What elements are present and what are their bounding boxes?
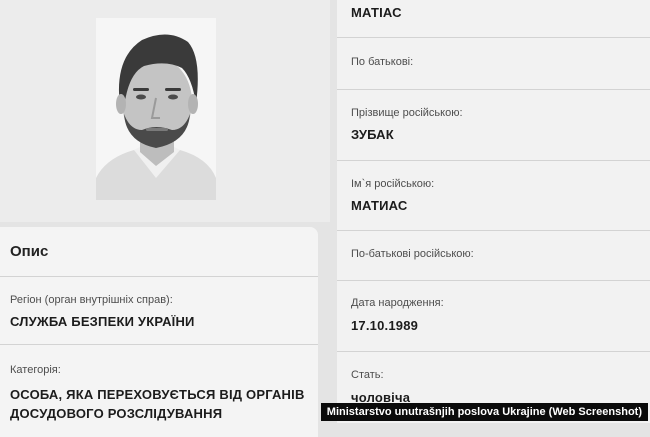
divider — [337, 351, 650, 352]
patronymic-label: По батькові: — [351, 56, 414, 68]
divider — [337, 230, 650, 231]
category-label: Категорія: — [10, 364, 61, 376]
photo-panel — [0, 0, 330, 222]
patronymic-ru-label: По-батькові російською: — [351, 248, 474, 260]
source-caption: Ministarstvo unutrašnjih poslova Ukrajin… — [320, 403, 648, 421]
region-label: Регіон (орган внутрішніх справ): — [10, 294, 173, 306]
birthdate-label: Дата народження: — [351, 297, 444, 309]
region-value: СЛУЖБА БЕЗПЕКИ УКРАЇНИ — [10, 314, 195, 329]
category-value-line1: ОСОБА, ЯКА ПЕРЕХОВУЄТЬСЯ ВІД ОРГАНІВ — [10, 387, 305, 402]
description-title: Опис — [10, 243, 49, 260]
divider — [0, 276, 318, 277]
category-value-line2: ДОСУДОВОГО РОЗСЛІДУВАННЯ — [10, 406, 223, 421]
first-name-ru-label: Ім`я російською: — [351, 178, 435, 190]
divider — [337, 89, 650, 90]
first-name-value: МАТІАС — [351, 5, 402, 20]
person-photo-icon — [96, 18, 216, 200]
divider — [337, 160, 650, 161]
first-name-ru-value: МАТИАС — [351, 198, 408, 213]
person-photo — [96, 18, 216, 200]
surname-ru-label: Прізвище російською: — [351, 107, 463, 119]
sex-label: Стать: — [351, 369, 384, 381]
divider — [337, 280, 650, 281]
divider — [337, 37, 650, 38]
divider — [0, 344, 318, 345]
birthdate-value: 17.10.1989 — [351, 318, 419, 333]
surname-ru-value: ЗУБАК — [351, 127, 394, 142]
